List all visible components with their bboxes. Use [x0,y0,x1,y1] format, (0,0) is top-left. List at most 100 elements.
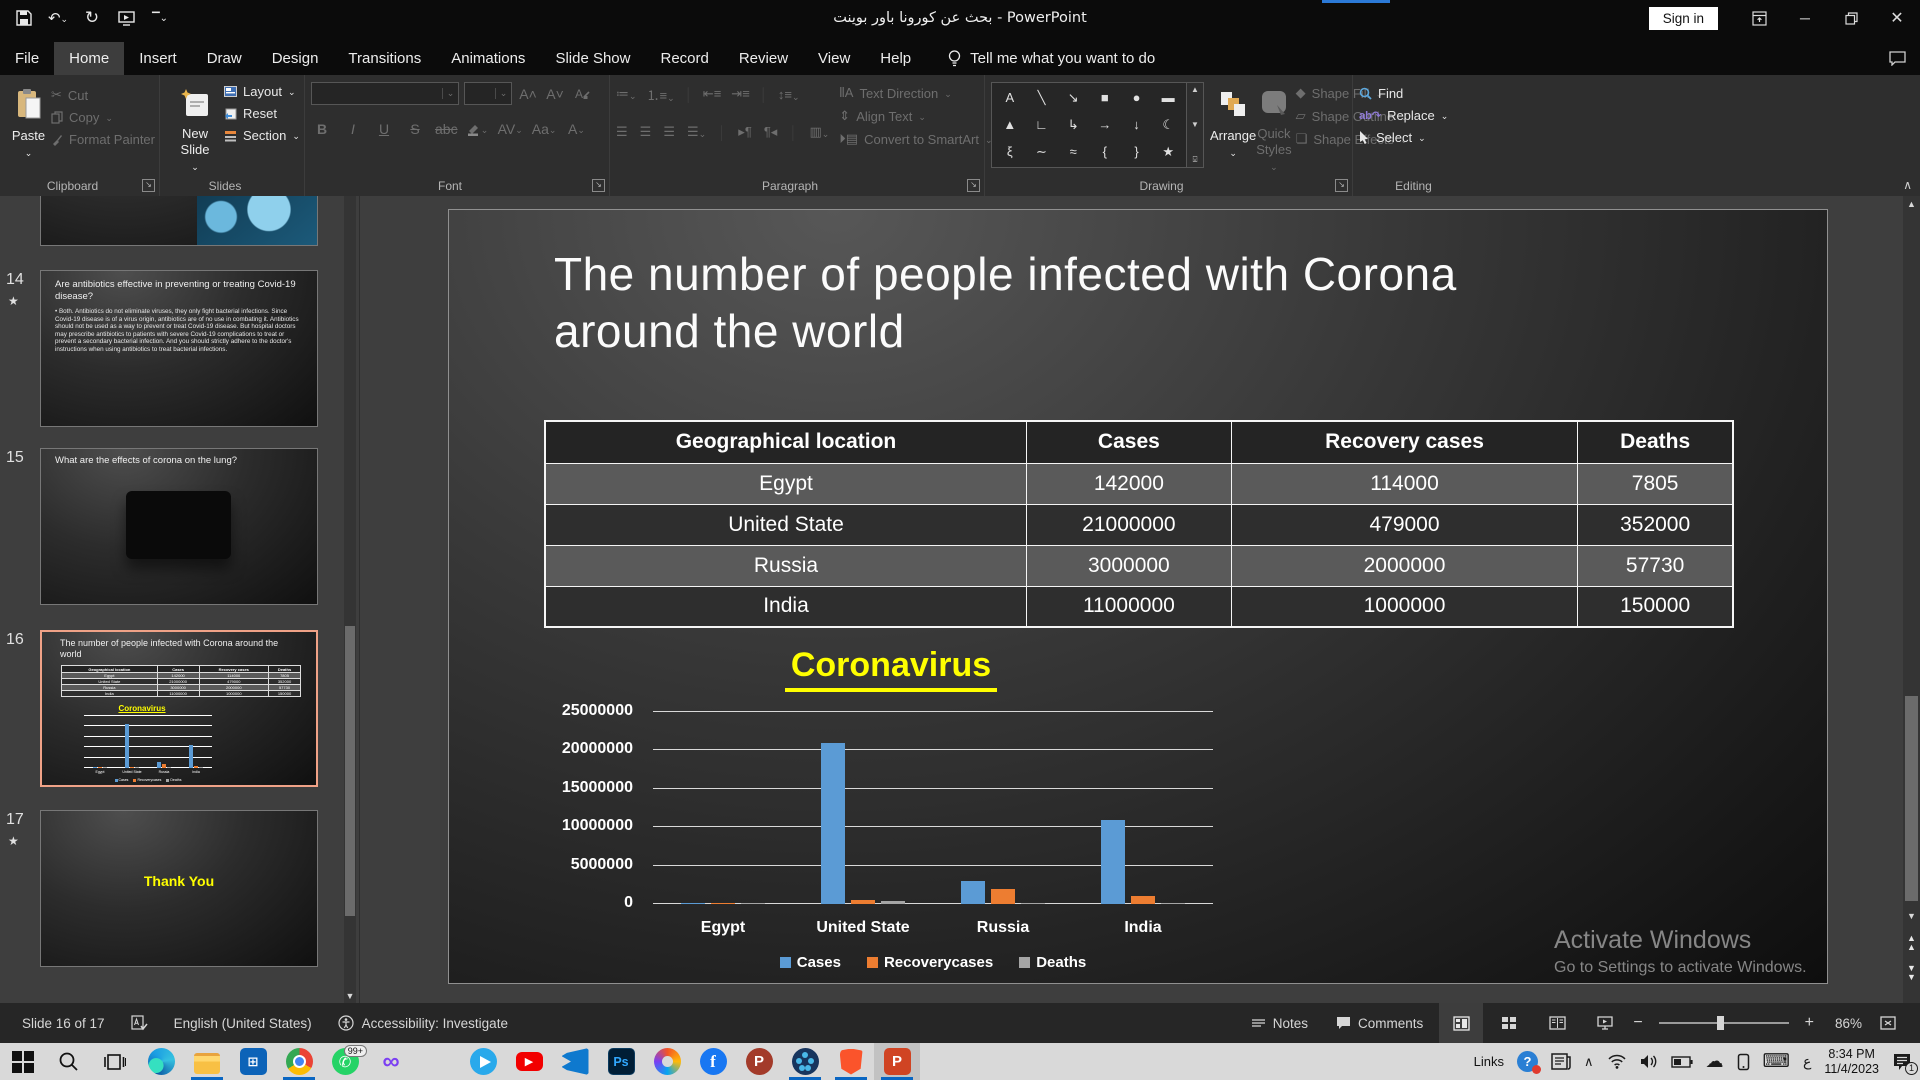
decrease-indent-icon[interactable]: ⇤≡ [703,86,721,102]
taskbar-app-chrome-icon[interactable] [276,1043,322,1080]
tab-design[interactable]: Design [257,42,334,75]
taskbar-app-explorer-icon[interactable] [184,1043,230,1080]
tab-home[interactable]: Home [54,42,124,75]
bar-recoverycases-egypt[interactable] [711,903,735,904]
reading-view-button[interactable] [1535,1003,1579,1043]
normal-view-button[interactable] [1439,1003,1483,1043]
shape-wave-icon[interactable]: ≈ [1070,140,1077,164]
taskbar-app-facebook-icon[interactable]: f [690,1043,736,1080]
shrink-font-icon[interactable]: A˅ [544,83,566,105]
taskbar-app-telegram-icon[interactable] [460,1043,506,1080]
line-spacing-icon[interactable]: ↕≡⌄ [778,87,800,102]
slide-16-canvas[interactable]: The number of people infected with Coron… [448,209,1828,984]
taskbar-app-photoshop-icon[interactable]: Ps [598,1043,644,1080]
section-button[interactable]: Section⌄ [224,128,300,143]
tab-transitions[interactable]: Transitions [333,42,436,75]
slide-table[interactable]: Geographical locationCasesRecovery cases… [544,420,1734,628]
bar-deaths-india[interactable] [1161,903,1185,904]
increase-indent-icon[interactable]: ⇥≡ [731,86,749,102]
thumbnail-scroll-down-icon[interactable]: ▼ [344,989,356,1003]
taskbar-clock[interactable]: 8:34 PM11/4/2023 [1824,1047,1879,1077]
next-slide-button[interactable]: ▼▼ [1903,964,1920,982]
comments-button[interactable]: Comments [1324,1003,1435,1043]
customize-qat-icon[interactable]: ▔⌄ [150,8,170,28]
tab-slide-show[interactable]: Slide Show [540,42,645,75]
phone-link-icon[interactable] [1737,1053,1750,1071]
bar-deaths-united-state[interactable] [881,901,905,904]
save-icon[interactable] [14,8,34,28]
zoom-out-icon[interactable]: − [1631,1014,1644,1032]
paste-button[interactable]: Paste⌄ [6,82,51,174]
accessibility-status[interactable]: Accessibility: Investigate [338,1015,508,1031]
taskbar-app-green-circle-icon[interactable] [414,1043,460,1080]
taskbar-app-youtube-icon[interactable]: ▶ [506,1043,552,1080]
align-left-icon[interactable]: ☰ [616,124,628,140]
bar-recoverycases-russia[interactable] [991,889,1015,904]
taskbar-app-powerpoint-icon[interactable]: P [874,1043,920,1080]
change-case-icon[interactable]: Aa⌄ [532,118,557,140]
shapes-gallery[interactable]: A╲↘■●▬▲∟↳→↓☾ξ∼≈{}★ [991,82,1187,168]
bullets-icon[interactable]: ≔⌄ [616,86,637,102]
search-icon[interactable] [46,1043,92,1080]
taskbar-app-patreon-icon[interactable]: P [736,1043,782,1080]
zoom-in-icon[interactable]: + [1803,1014,1816,1032]
format-painter-button[interactable]: Format Painter [51,132,155,147]
grow-font-icon[interactable]: A˄ [517,83,539,105]
underline-icon[interactable]: U [373,118,395,140]
fit-slide-to-window-icon[interactable] [1866,1003,1910,1043]
volume-icon[interactable] [1640,1054,1658,1069]
canvas-scrollbar-thumb[interactable] [1905,696,1918,901]
taskbar-app-store-icon[interactable]: ⊞ [230,1043,276,1080]
numbering-icon[interactable]: ⒈≡⌄ [647,85,675,104]
show-hidden-icons-chevron[interactable]: ∧ [1584,1054,1594,1070]
bar-cases-egypt[interactable] [681,903,705,904]
spellcheck-icon[interactable] [131,1015,148,1031]
taskbar-app-whatsapp-icon[interactable]: ✆99+ [322,1043,368,1080]
links-toolbar[interactable]: Links [1474,1054,1504,1069]
quick-styles-button[interactable]: Quick Styles⌄ [1256,82,1291,174]
restore-button[interactable] [1828,0,1874,36]
reset-button[interactable]: Reset [224,106,300,121]
input-language-indicator[interactable]: ع [1803,1054,1811,1070]
canvas-scroll-up-icon[interactable]: ▲ [1903,196,1920,212]
font-size-combobox[interactable]: ⌄ [464,82,512,105]
feedback-icon[interactable] [1889,42,1906,75]
undo-icon[interactable]: ↶⌄ [48,8,68,28]
widgets-news-icon[interactable] [1551,1053,1571,1070]
align-right-icon[interactable]: ☰ [663,124,675,140]
taskbar-app-vscode-icon[interactable] [552,1043,598,1080]
font-color-icon[interactable]: A⌄ [565,118,587,140]
battery-icon[interactable] [1671,1056,1693,1068]
arrange-button[interactable]: Arrange⌄ [1210,82,1256,174]
slide-thumbnail-14[interactable]: Are antibiotics effective in preventing … [40,270,318,427]
bar-recoverycases-united-state[interactable] [851,900,875,904]
tab-help[interactable]: Help [865,42,926,75]
slideshow-view-button[interactable] [1583,1003,1627,1043]
bar-chart[interactable] [653,712,1213,904]
task-view-icon[interactable] [92,1043,138,1080]
bar-deaths-russia[interactable] [1021,903,1045,904]
tell-me-box[interactable]: Tell me what you want to do [948,42,1155,75]
tab-view[interactable]: View [803,42,865,75]
shape-scribble-icon[interactable]: ξ [1007,140,1013,164]
wifi-icon[interactable] [1607,1054,1627,1069]
bar-cases-united-state[interactable] [821,743,845,904]
taskbar-app-kmplayer-icon[interactable] [782,1043,828,1080]
shape-right-brace-icon[interactable]: } [1134,140,1138,164]
tab-animations[interactable]: Animations [436,42,540,75]
align-center-icon[interactable]: ☰ [640,124,652,140]
shape-down-arrow-icon[interactable]: ↓ [1133,113,1140,137]
drawing-dialog-launcher[interactable]: ↘ [1335,179,1348,192]
align-text-button[interactable]: ⇕Align Text⌄ [839,108,992,124]
strikethrough-icon[interactable]: S [404,118,426,140]
minimize-button[interactable]: ─ [1782,0,1828,36]
slide-thumbnail-15[interactable]: What are the effects of corona on the lu… [40,448,318,605]
taskbar-app-brave-icon[interactable] [828,1043,874,1080]
shapes-gallery-scrollbar[interactable]: ▲▼⍌ [1187,82,1204,168]
bar-cases-russia[interactable] [961,881,985,904]
canvas-scroll-down-icon[interactable]: ▼ [1903,908,1920,924]
shape-elbow-arrow-icon[interactable]: ↳ [1068,113,1079,137]
shape-curve-icon[interactable]: ∼ [1036,140,1047,164]
taskbar-app-meta-icon[interactable]: ∞ [368,1043,414,1080]
slide-thumbnail-13[interactable]: touching your eyes, mouth, or nose. [40,196,318,246]
